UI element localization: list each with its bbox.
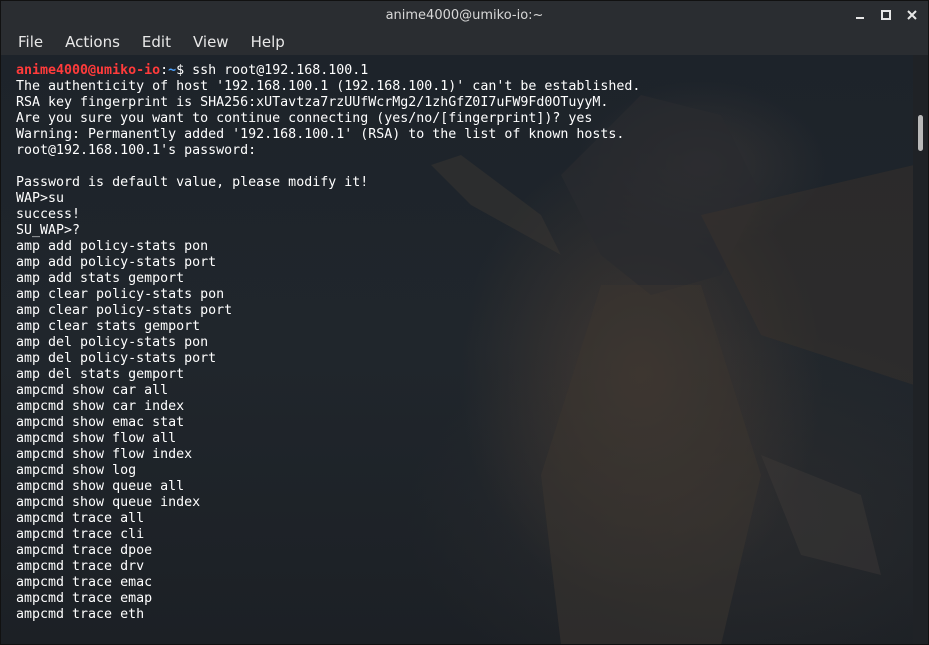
output-line: ampcmd show emac stat — [16, 415, 185, 430]
output-line: SU_WAP>? — [16, 223, 81, 238]
output-line: ampcmd show car all — [16, 383, 169, 398]
output-line: amp add policy-stats pon — [16, 239, 209, 254]
output-line: The authenticity of host '192.168.100.1 … — [16, 79, 641, 94]
terminal-area[interactable]: anime4000@umiko-io:~$ ssh root@192.168.1… — [1, 55, 914, 644]
window-controls — [850, 1, 922, 29]
output-line: WAP>su — [16, 191, 65, 206]
output-line: amp clear stats gemport — [16, 319, 201, 334]
menu-bar: File Actions Edit View Help — [1, 29, 928, 55]
terminal-output: anime4000@umiko-io:~$ ssh root@192.168.1… — [16, 63, 640, 623]
prompt-line: anime4000@umiko-io:~$ ssh root@192.168.1… — [16, 63, 640, 79]
menu-actions[interactable]: Actions — [54, 33, 131, 51]
output-line: ampcmd show flow index — [16, 447, 193, 462]
output-line: RSA key fingerprint is SHA256:xUTavtza7r… — [16, 95, 609, 110]
title-bar[interactable]: anime4000@umiko-io:~ — [1, 1, 928, 29]
output-line: root@192.168.100.1's password: — [16, 143, 257, 158]
prompt-user-host: anime4000@umiko-io — [16, 63, 161, 78]
output-line: Password is default value, please modify… — [16, 175, 369, 190]
output-line: amp del stats gemport — [16, 367, 185, 382]
output-line: ampcmd trace emac — [16, 575, 153, 590]
menu-view[interactable]: View — [182, 33, 240, 51]
output-line: ampcmd show log — [16, 463, 137, 478]
output-line: ampcmd trace emap — [16, 591, 153, 606]
maximize-icon — [881, 10, 891, 20]
output-line: amp del policy-stats pon — [16, 335, 209, 350]
output-line: ampcmd show flow all — [16, 431, 177, 446]
output-line: ampcmd show car index — [16, 399, 185, 414]
minimize-button[interactable] — [850, 5, 870, 25]
output-line: ampcmd trace cli — [16, 527, 145, 542]
menu-help[interactable]: Help — [240, 33, 296, 51]
close-button[interactable] — [902, 5, 922, 25]
prompt-path: ~ — [168, 63, 177, 78]
output-line: success! — [16, 207, 81, 222]
output-line: amp add policy-stats port — [16, 255, 217, 270]
menu-file[interactable]: File — [7, 33, 54, 51]
minimize-icon — [856, 17, 864, 19]
output-line: ampcmd show queue all — [16, 479, 185, 494]
scrollbar-thumb[interactable] — [918, 115, 923, 151]
output-line: ampcmd trace all — [16, 511, 145, 526]
prompt-command: $ ssh root@192.168.100.1 — [176, 63, 369, 78]
output-line: ampcmd trace drv — [16, 559, 145, 574]
output-line: Are you sure you want to continue connec… — [16, 111, 593, 126]
window-title: anime4000@umiko-io:~ — [385, 7, 544, 23]
close-icon — [907, 10, 917, 20]
output-line: amp add stats gemport — [16, 271, 185, 286]
output-line: ampcmd trace dpoe — [16, 543, 153, 558]
output-line: amp clear policy-stats port — [16, 303, 233, 318]
terminal-window: anime4000@umiko-io:~ File Actions Edit V… — [0, 0, 929, 645]
prompt-colon: : — [160, 63, 169, 78]
menu-edit[interactable]: Edit — [131, 33, 182, 51]
output-line: amp clear policy-stats pon — [16, 287, 225, 302]
output-line: ampcmd show queue index — [16, 495, 201, 510]
output-line: ampcmd trace eth — [16, 607, 145, 622]
output-line: Warning: Permanently added '192.168.100.… — [16, 127, 625, 142]
maximize-button[interactable] — [876, 5, 896, 25]
scrollbar[interactable] — [913, 55, 928, 644]
output-line: amp del policy-stats port — [16, 351, 217, 366]
